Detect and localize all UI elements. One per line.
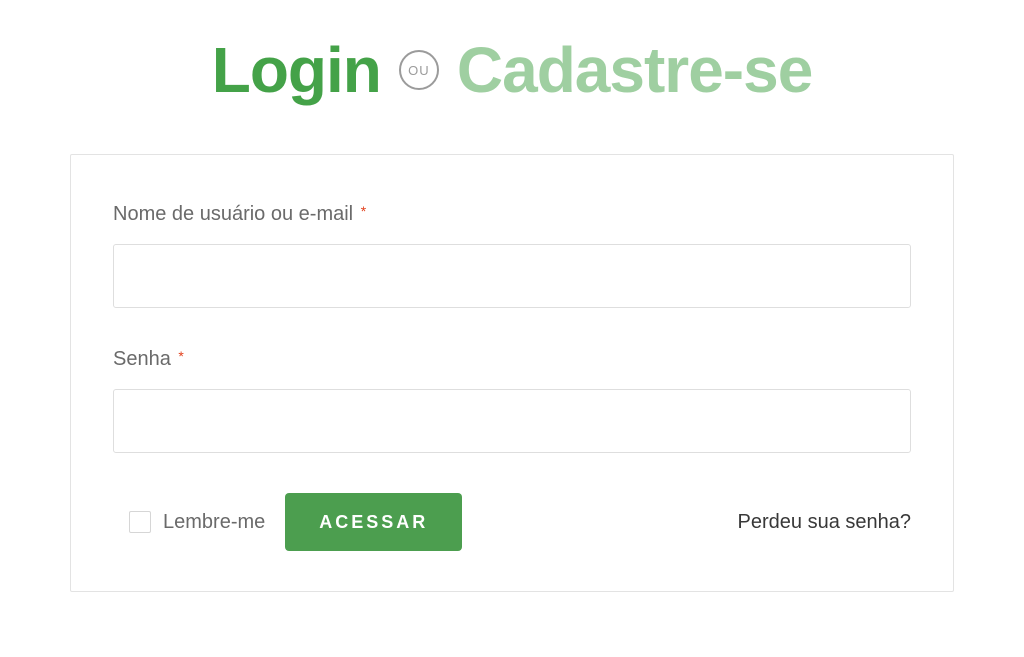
tab-register[interactable]: Cadastre-se [457,38,812,102]
remember-label: Lembre-me [163,511,265,534]
required-star: * [178,348,183,364]
username-label: Nome de usuário ou e-mail * [113,203,911,226]
password-label: Senha * [113,348,911,371]
form-footer: Lembre-me ACESSAR Perdeu sua senha? [113,493,911,551]
username-group: Nome de usuário ou e-mail * [113,203,911,308]
username-input[interactable] [113,244,911,308]
required-star: * [361,203,366,219]
checkbox-icon[interactable] [129,511,151,533]
lost-password-link[interactable]: Perdeu sua senha? [738,511,911,534]
tab-login[interactable]: Login [212,38,381,102]
or-pill: OU [399,50,439,90]
password-input[interactable] [113,389,911,453]
auth-tabs: Login OU Cadastre-se [70,38,954,102]
login-form: Nome de usuário ou e-mail * Senha * Lemb… [70,154,954,592]
submit-button[interactable]: ACESSAR [285,493,462,551]
remember-me[interactable]: Lembre-me [129,511,265,534]
footer-left: Lembre-me ACESSAR [113,493,462,551]
password-group: Senha * [113,348,911,453]
